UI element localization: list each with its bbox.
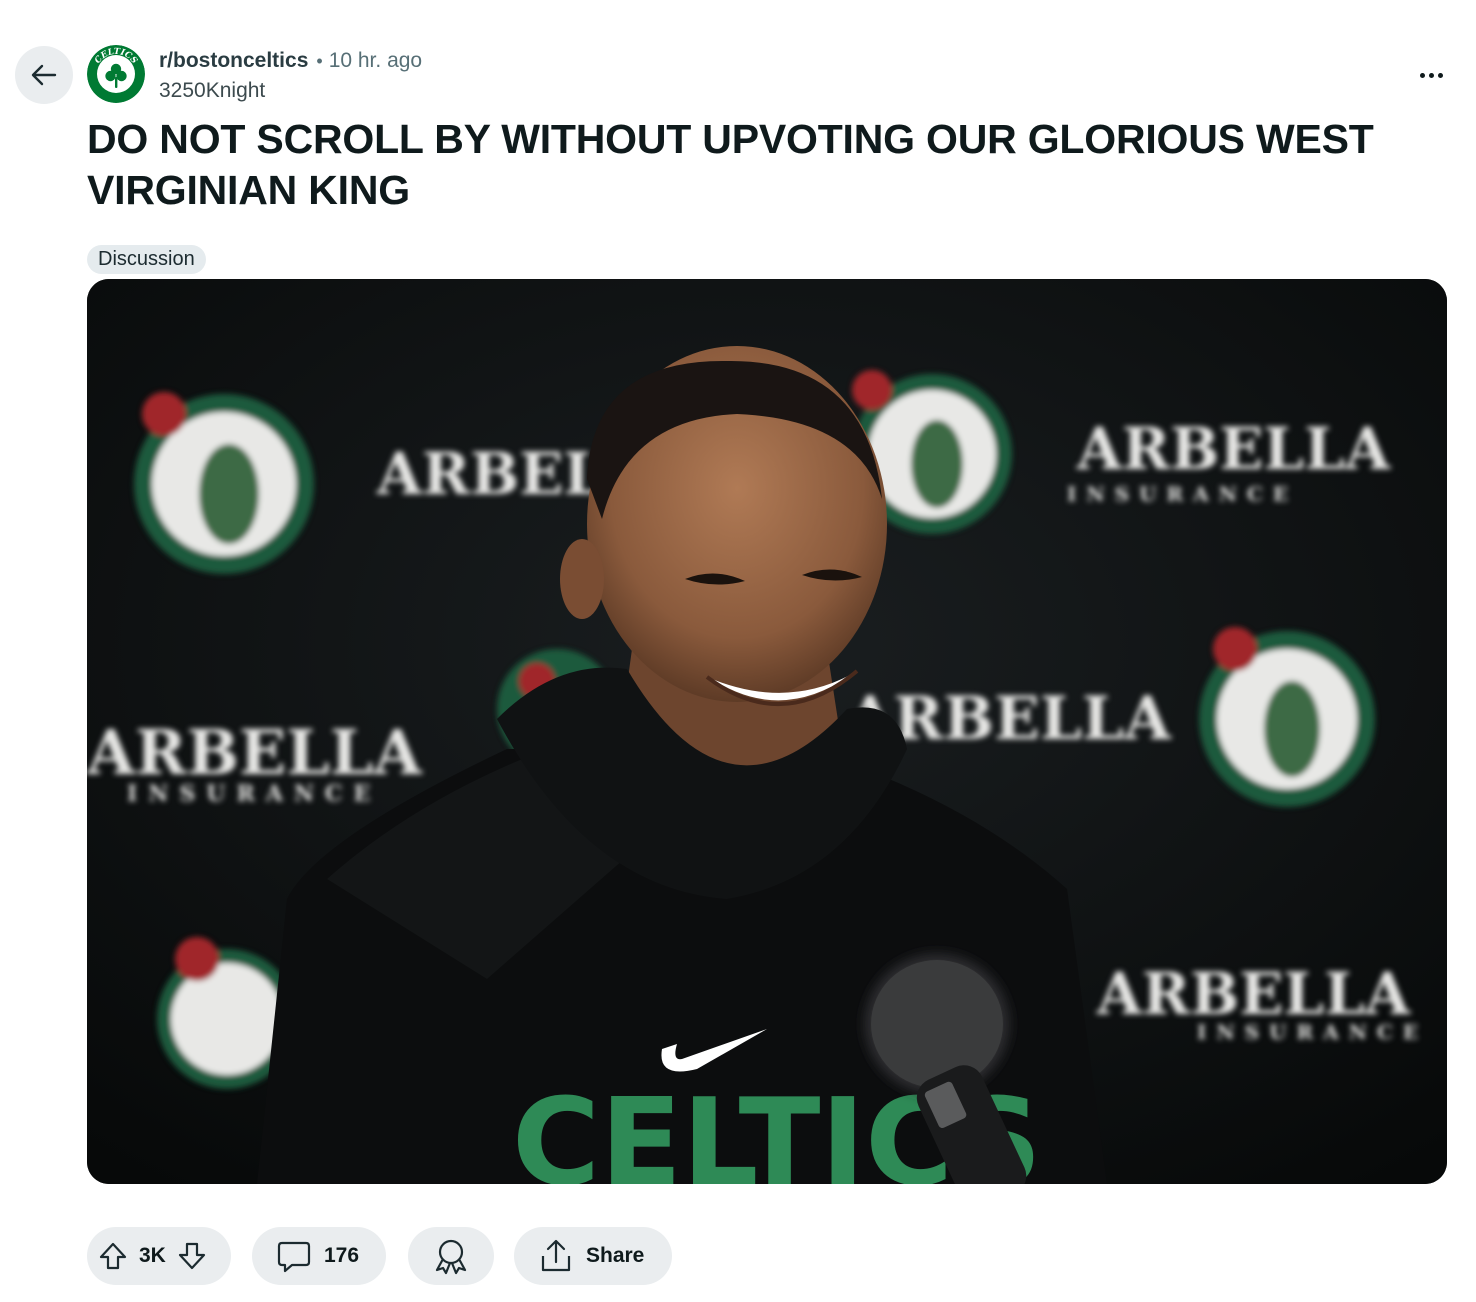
share-label: Share	[586, 1244, 645, 1267]
upvote-button[interactable]	[87, 1227, 139, 1285]
post-photo: ARBELLA ARBELLA INSURANCE ARBELLA INSURA…	[87, 279, 1447, 1184]
svg-text:ARBELLA: ARBELLA	[1096, 960, 1411, 1028]
svg-text:INSURANCE: INSURANCE	[1197, 1020, 1428, 1044]
svg-text:ARBELLA: ARBELLA	[87, 716, 422, 789]
celtics-logo-icon: CELTICS	[87, 45, 145, 103]
downvote-button[interactable]	[166, 1227, 218, 1285]
svg-text:INSURANCE: INSURANCE	[1067, 482, 1298, 506]
comments-button[interactable]: 176	[252, 1227, 386, 1285]
more-options-button[interactable]	[1408, 54, 1454, 96]
more-dot	[1428, 72, 1434, 78]
meta-separator: •	[316, 51, 323, 71]
post-age: 10 hr. ago	[328, 49, 423, 72]
share-upload-icon	[541, 1239, 571, 1272]
comment-count: 176	[324, 1244, 360, 1267]
post-image[interactable]: ARBELLA ARBELLA INSURANCE ARBELLA INSURA…	[87, 279, 1447, 1184]
post-flair[interactable]: Discussion	[87, 245, 206, 274]
subreddit-link[interactable]: r/bostonceltics	[159, 47, 308, 75]
comment-bubble-icon	[277, 1241, 311, 1273]
author-link[interactable]: 3250Knight	[159, 77, 422, 105]
upvote-arrow-icon	[99, 1242, 127, 1270]
award-ribbon-icon	[435, 1239, 467, 1275]
more-dot	[1437, 72, 1443, 78]
post-title: DO NOT SCROLL BY WITHOUT UPVOTING OUR GL…	[87, 116, 1374, 213]
award-button[interactable]	[408, 1227, 494, 1285]
back-button[interactable]	[15, 46, 73, 104]
arrow-left-icon	[31, 64, 57, 86]
share-button[interactable]: Share	[514, 1227, 672, 1285]
more-horizontal-icon	[1419, 72, 1425, 78]
subreddit-avatar[interactable]: CELTICS	[87, 45, 145, 103]
svg-text:ARBELLA: ARBELLA	[1076, 415, 1391, 483]
post-detail-page: CELTICS r/bostonceltics • 10 hr. ago 325…	[0, 0, 1476, 1302]
post-meta: r/bostonceltics • 10 hr. ago 3250Knight	[159, 47, 422, 105]
vote-control: 3K	[87, 1227, 231, 1285]
vote-score: 3K	[139, 1244, 166, 1267]
downvote-arrow-icon	[178, 1242, 205, 1270]
svg-text:INSURANCE: INSURANCE	[127, 781, 381, 807]
